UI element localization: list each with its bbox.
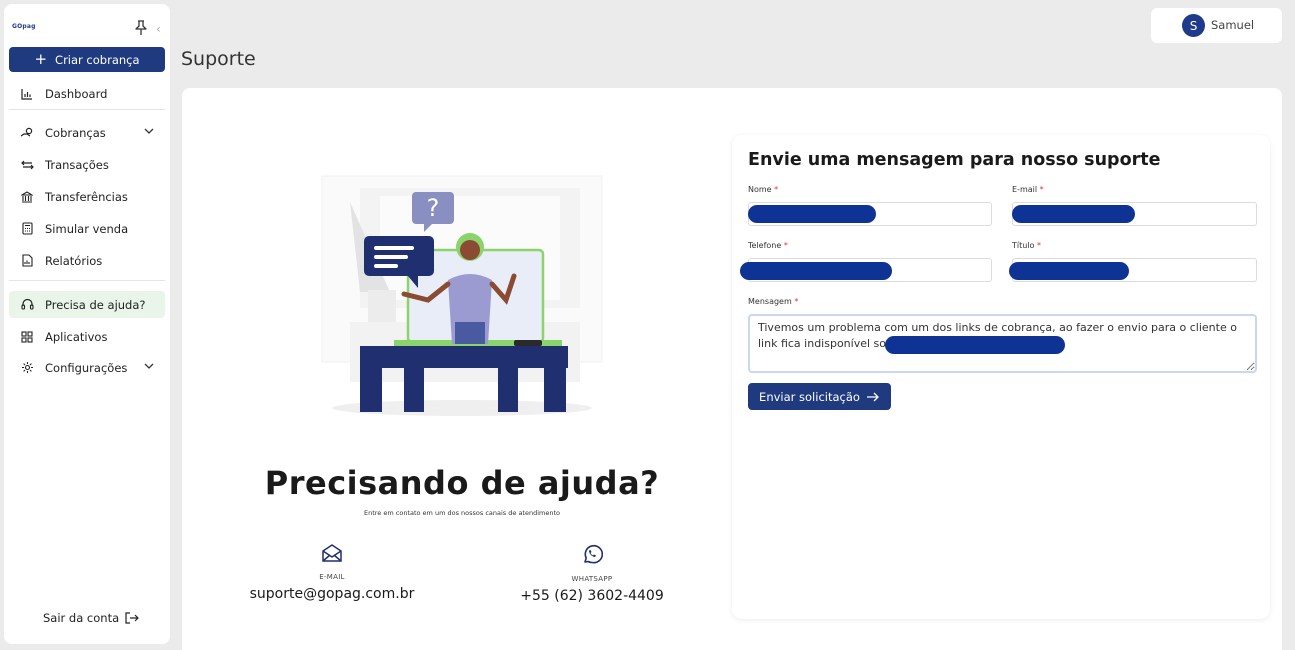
support-form: Envie uma mensagem para nosso suporte No…	[732, 135, 1270, 619]
hand-coin-icon	[19, 125, 35, 141]
arrow-right-icon	[866, 392, 879, 401]
required-mark: *	[794, 297, 799, 306]
sidebar-item-simular-venda[interactable]: Simular venda	[9, 215, 165, 242]
name-label-text: Nome	[748, 185, 772, 194]
whatsapp-label: WHATSAPP	[571, 575, 613, 583]
redaction-bar	[885, 336, 1065, 354]
required-mark: *	[774, 185, 779, 194]
sidebar-item-label: Cobranças	[45, 125, 106, 140]
bank-icon	[19, 189, 35, 205]
sidebar-item-transacoes[interactable]: Transações	[9, 151, 165, 178]
sidebar-item-label: Simular venda	[45, 221, 129, 236]
svg-text:?: ?	[427, 194, 440, 222]
sidebar-item-relatorios[interactable]: Relatórios	[9, 247, 165, 274]
sidebar-item-transferencias[interactable]: Transferências	[9, 183, 165, 210]
grid-icon	[19, 329, 35, 345]
divider	[9, 280, 165, 281]
submit-label: Enviar solicitação	[759, 389, 860, 404]
sidebar-item-label: Relatórios	[45, 253, 103, 268]
gear-icon	[19, 360, 35, 376]
subject-label-text: Título	[1012, 241, 1035, 250]
subject-label: Título *	[1012, 241, 1041, 250]
create-charge-label: Criar cobrança	[55, 52, 140, 67]
sidebar-item-label: Aplicativos	[45, 329, 108, 344]
chart-bar-icon	[19, 86, 35, 102]
message-label: Mensagem *	[748, 297, 798, 306]
redaction-bar	[1009, 262, 1129, 280]
sidebar: GOpag ‹ + Criar cobrança Dashboard Cobra…	[4, 4, 170, 644]
calculator-icon	[19, 221, 35, 237]
sidebar-item-dashboard[interactable]: Dashboard	[9, 80, 165, 107]
email-value[interactable]: suporte@gopag.com.br	[232, 586, 432, 602]
support-card: ? Precisando de ajuda? Entre em contato …	[182, 88, 1282, 650]
email-label-text: E-mail	[1012, 185, 1038, 194]
sidebar-item-label: Transferências	[45, 189, 128, 204]
sidebar-item-aplicativos[interactable]: Aplicativos	[9, 323, 165, 350]
user-menu[interactable]: S Samuel	[1151, 8, 1282, 43]
logo[interactable]: GOpag	[12, 23, 36, 30]
name-label: Nome *	[748, 185, 778, 194]
redaction-bar	[1012, 205, 1135, 223]
phone-label: Telefone *	[748, 241, 788, 250]
headset-icon	[19, 297, 35, 313]
create-charge-button[interactable]: + Criar cobrança	[9, 47, 165, 72]
support-illustration: ?	[321, 175, 603, 416]
sidebar-item-configuracoes[interactable]: Configurações	[9, 354, 165, 381]
chevron-down-icon[interactable]	[143, 125, 155, 137]
page-title: Suporte	[181, 48, 256, 70]
redaction-bar	[748, 205, 876, 223]
plus-icon: +	[34, 50, 48, 68]
form-title: Envie uma mensagem para nosso suporte	[748, 150, 1161, 170]
help-title: Precisando de ajuda?	[264, 464, 660, 502]
chevron-left-icon[interactable]: ‹	[156, 22, 161, 36]
sidebar-item-precisa-de-ajuda[interactable]: Precisa de ajuda?	[9, 291, 165, 318]
required-mark: *	[783, 241, 788, 250]
sidebar-item-label: Configurações	[45, 360, 128, 375]
redaction-bar	[740, 262, 892, 280]
sidebar-item-cobrancas[interactable]: Cobranças	[9, 119, 165, 146]
report-icon	[19, 253, 35, 269]
email-field-label: E-mail *	[1012, 185, 1044, 194]
message-label-text: Mensagem	[748, 297, 792, 306]
logout-label: Sair da conta	[43, 611, 120, 625]
required-mark: *	[1036, 241, 1041, 250]
chevron-down-icon[interactable]	[143, 360, 155, 372]
sidebar-item-label: Transações	[45, 157, 109, 172]
whatsapp-contact: WHATSAPP +55 (62) 3602-4409	[492, 543, 692, 604]
divider	[9, 109, 165, 110]
avatar: S	[1182, 14, 1205, 37]
user-name: Samuel	[1211, 18, 1255, 32]
submit-button[interactable]: Enviar solicitação	[748, 383, 891, 410]
logout-icon	[125, 612, 139, 624]
sidebar-item-label: Precisa de ajuda?	[45, 297, 146, 312]
pin-icon[interactable]	[134, 20, 148, 36]
sidebar-item-label: Dashboard	[45, 86, 108, 101]
whatsapp-value[interactable]: +55 (62) 3602-4409	[492, 588, 692, 604]
email-label: E-MAIL	[319, 573, 345, 581]
help-subtitle: Entre em contato em um dos nossos canais…	[364, 509, 560, 517]
required-mark: *	[1039, 185, 1044, 194]
arrows-exchange-icon	[19, 157, 35, 173]
email-contact: E-MAIL suporte@gopag.com.br	[232, 543, 432, 602]
logout-button[interactable]: Sair da conta	[43, 611, 139, 625]
logo-row: GOpag ‹	[10, 18, 164, 38]
phone-label-text: Telefone	[748, 241, 782, 250]
whatsapp-icon	[584, 544, 603, 564]
envelope-icon	[322, 544, 342, 562]
